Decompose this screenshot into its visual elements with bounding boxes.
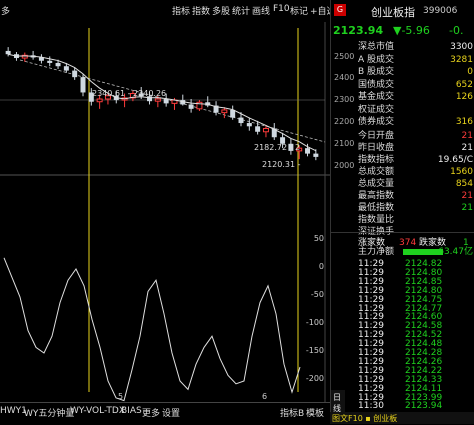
chart-toolbar: 多 指标 指数 多股 统计 画线 F10 标记 +自选 (0, 0, 336, 22)
f10-footer-link[interactable]: 图文F10 ▪ 创业板 (332, 413, 397, 424)
indicator-more-button[interactable]: 更多 (142, 406, 160, 419)
stat-row: A 股成交 3281 (358, 55, 473, 65)
candle (163, 99, 169, 104)
candle (55, 62, 61, 67)
candle (188, 104, 194, 109)
candle (72, 70, 78, 78)
toolbar-indicator-button[interactable]: 指标 (172, 4, 190, 17)
ind-axis-m100: -100 (306, 318, 324, 327)
indicator-tab-wyvol[interactable]: WY-VOL-TDX (70, 406, 125, 416)
tick-price: 2123.94 (405, 401, 443, 412)
stat-row: 债券成交 316 (358, 117, 473, 127)
low-price-label: 2120.31 - (262, 160, 301, 169)
stat-row: 指数量比 (358, 215, 395, 225)
stat-row: 昨日收盘 21 (358, 143, 473, 153)
stat-row: 指数指标 19.65/C (358, 155, 473, 165)
stat-row: 最高指数 21 (358, 191, 473, 201)
candle (5, 50, 11, 55)
market-badge: G (334, 4, 346, 16)
ind-axis-m200: -200 (306, 374, 324, 383)
candle (230, 109, 236, 118)
updown-row: 涨家数 374 跌家数 1 (331, 232, 474, 248)
price-change: ▼-5.96 (393, 24, 430, 37)
ind-axis-50: 50 (314, 234, 324, 243)
toolbar-multi-stock-button[interactable]: 多股 (212, 4, 230, 17)
indicator-tab-hwy1[interactable]: HWY1 (0, 406, 27, 416)
toolbar-index-button[interactable]: 指数 (192, 4, 210, 17)
main-inflow-row: 主力净额 -63.47亿 (358, 247, 473, 257)
quote-panel: G 创业板指 399006 2123.94 ▼-5.96 -0. 2500 24… (330, 0, 474, 424)
index-code: 399006 (423, 6, 458, 16)
toolbar-prefix: 多 (1, 7, 11, 17)
indicator-tab-wy5min[interactable]: WY五分钟量 (24, 406, 74, 419)
candle (262, 127, 269, 133)
toolbar-f10-button[interactable]: F10 (273, 4, 290, 14)
candle (255, 126, 261, 132)
indicator-b-button[interactable]: 指标B (280, 406, 304, 419)
stat-row: 总成交量 854 (358, 179, 473, 189)
candle (305, 148, 311, 154)
kline-chart[interactable]: 2340.61 - 2340.26 2182.72 - 2 2120.31 - … (0, 22, 330, 402)
stat-row: 基金成交 126 (358, 92, 473, 102)
stat-row: 最低指数 21 (358, 203, 473, 213)
x-label-5: 5 (118, 392, 123, 401)
tab-daily[interactable]: 日线 (333, 392, 345, 414)
tick-list[interactable]: 11:29 2124.82 11:29 2124.80 11:29 2124.85 11:2… (331, 258, 474, 412)
toolbar-stats-button[interactable]: 统计 (232, 4, 250, 17)
stat-row: B 股成交 0 (358, 67, 473, 77)
ind-axis-m50: -50 (311, 290, 324, 299)
indicator-bar: HWY1 WY五分钟量 WY-VOL-TDX BIAS 更多 设置 指标B 模板 (0, 402, 330, 425)
indicator-tab-bias[interactable]: BIAS (121, 406, 142, 416)
toolbar-mark-button[interactable]: 标记 (290, 4, 308, 17)
current-price: 2123.94 (333, 24, 384, 37)
candle (80, 77, 86, 93)
stat-row: 权证成交 (358, 105, 395, 115)
stat-row: 国债成交 652 (358, 80, 473, 90)
candle (238, 117, 244, 124)
stat-row: 总成交额 1560 (358, 167, 473, 177)
panel-footer: 图文F10 ▪ 创业板 (330, 412, 474, 424)
side-tab-strip: 日线 (331, 390, 345, 414)
tick-row: 11:30 2123.94 (331, 400, 474, 412)
toolbar-draw-button[interactable]: 画线 (252, 4, 270, 17)
template-button[interactable]: 模板 (306, 406, 324, 419)
stat-row: 今日开盘 21 (358, 131, 473, 141)
candle (96, 98, 103, 103)
candle (313, 153, 319, 157)
x-label-6: 6 (262, 392, 267, 401)
ind-axis-0: 0 (319, 262, 324, 271)
price-change-pct: -0. (449, 24, 464, 37)
indicator-settings-button[interactable]: 设置 (162, 406, 180, 419)
mid-price-label: 2182.72 - 2 (254, 143, 300, 152)
tick-time: 11:30 (358, 401, 384, 412)
candle (47, 60, 53, 63)
ind-axis-m150: -150 (306, 346, 324, 355)
index-title: 创业板指 (371, 6, 415, 19)
candle (221, 109, 228, 114)
high-price-label: 2340.61 - 2340.26 (92, 89, 166, 98)
candle (246, 123, 252, 127)
stat-row: 深总市值 3300 (358, 42, 473, 52)
candle (63, 66, 69, 71)
candle (154, 98, 161, 102)
